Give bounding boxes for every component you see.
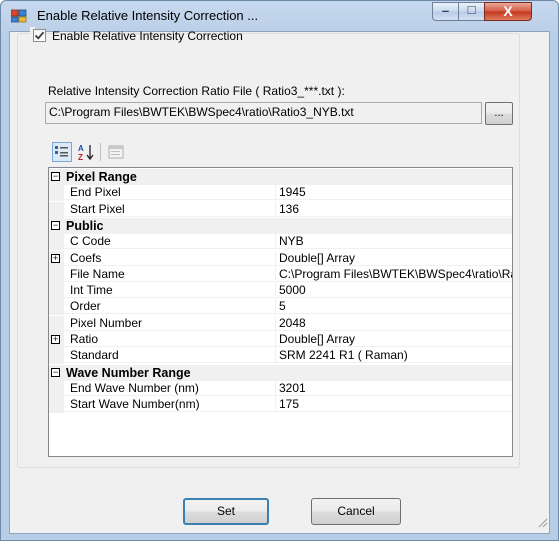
category-label: Public bbox=[66, 218, 104, 233]
property-name[interactable]: End Pixel bbox=[64, 185, 276, 201]
property-name[interactable]: Start Pixel bbox=[64, 201, 276, 217]
property-name[interactable]: Order bbox=[64, 299, 276, 315]
row-gutter bbox=[49, 185, 64, 202]
property-row[interactable]: Standard SRM 2241 R1 ( Raman) bbox=[49, 348, 512, 365]
property-row[interactable]: Order 5 bbox=[49, 299, 512, 316]
svg-text:A: A bbox=[78, 144, 84, 153]
property-value[interactable]: 2048 bbox=[276, 316, 512, 331]
categorized-icon[interactable] bbox=[52, 142, 72, 162]
property-name[interactable]: Standard bbox=[64, 348, 276, 364]
enable-groupbox-header[interactable]: Enable Relative Intensity Correction bbox=[30, 27, 243, 43]
property-value[interactable]: 136 bbox=[276, 202, 512, 217]
title-bar[interactable]: Enable Relative Intensity Correction ...… bbox=[1, 1, 558, 31]
set-button[interactable]: Set bbox=[183, 498, 269, 525]
property-value[interactable]: 3201 bbox=[276, 381, 512, 396]
property-row[interactable]: End Wave Number (nm) 3201 bbox=[49, 380, 512, 397]
property-pages-icon[interactable] bbox=[106, 142, 126, 162]
minimize-icon: – bbox=[441, 3, 450, 18]
collapse-icon[interactable]: − bbox=[51, 172, 60, 181]
property-name[interactable]: Start Wave Number(nm) bbox=[64, 397, 276, 413]
property-row[interactable]: + Ratio Double[] Array bbox=[49, 332, 512, 348]
row-gutter bbox=[49, 380, 64, 397]
close-button[interactable]: X bbox=[484, 2, 532, 21]
browse-button[interactable]: ... bbox=[485, 102, 513, 125]
property-name[interactable]: End Wave Number (nm) bbox=[64, 380, 276, 396]
row-gutter bbox=[49, 348, 64, 365]
close-icon: X bbox=[503, 3, 513, 19]
property-value[interactable]: 1945 bbox=[276, 185, 512, 201]
property-value[interactable]: Double[] Array bbox=[276, 332, 512, 347]
property-row[interactable]: Start Pixel 136 bbox=[49, 201, 512, 218]
collapse-icon[interactable]: − bbox=[51, 367, 60, 377]
category-row[interactable]: − Public bbox=[49, 217, 512, 234]
property-grid-toolbar: A Z bbox=[52, 140, 142, 164]
property-grid[interactable]: − Pixel Range End Pixel 1945 Start Pixel 136−… bbox=[48, 167, 513, 457]
check-icon bbox=[34, 31, 45, 40]
property-row[interactable]: Int Time 5000 bbox=[49, 283, 512, 300]
property-row[interactable]: End Pixel 1945 bbox=[49, 185, 512, 202]
property-name[interactable]: Ratio bbox=[64, 332, 276, 347]
property-value[interactable]: 175 bbox=[276, 397, 512, 413]
window-title: Enable Relative Intensity Correction ... bbox=[37, 8, 259, 23]
maximize-button[interactable]: □ bbox=[458, 2, 485, 21]
category-row[interactable]: − Pixel Range bbox=[49, 169, 512, 185]
property-value[interactable]: 5 bbox=[276, 299, 512, 315]
expand-icon[interactable]: + bbox=[51, 335, 60, 344]
property-value[interactable]: Double[] Array bbox=[276, 251, 512, 266]
property-name[interactable]: Int Time bbox=[64, 283, 276, 299]
enable-checkbox-label: Enable Relative Intensity Correction bbox=[52, 29, 243, 43]
property-row[interactable]: File Name C:\Program Files\BWTEK\BWSpec4\… bbox=[49, 266, 512, 283]
app-icon bbox=[10, 9, 27, 23]
ratio-file-label: Relative Intensity Correction Ratio File… bbox=[48, 84, 345, 98]
property-row[interactable]: C Code NYB bbox=[49, 234, 512, 251]
property-row[interactable]: Pixel Number 2048 bbox=[49, 315, 512, 332]
row-gutter bbox=[49, 234, 64, 251]
ratio-file-path-field[interactable]: C:\Program Files\BWTEK\BWSpec4\ratio\Rat… bbox=[45, 102, 482, 124]
collapse-icon[interactable]: − bbox=[51, 220, 60, 230]
row-gutter bbox=[49, 315, 64, 332]
maximize-icon: □ bbox=[467, 2, 476, 17]
category-label: Pixel Range bbox=[66, 170, 137, 184]
property-row[interactable]: + Coefs Double[] Array bbox=[49, 250, 512, 267]
toolbar-separator bbox=[100, 143, 101, 161]
row-gutter bbox=[49, 266, 64, 283]
category-row[interactable]: − Wave Number Range bbox=[49, 364, 512, 381]
property-name[interactable]: C Code bbox=[64, 234, 276, 250]
row-gutter bbox=[49, 397, 64, 414]
property-value[interactable]: SRM 2241 R1 ( Raman) bbox=[276, 348, 512, 364]
row-gutter bbox=[49, 201, 64, 218]
row-gutter bbox=[49, 283, 64, 300]
resize-grip-icon[interactable] bbox=[536, 516, 548, 528]
expand-icon[interactable]: + bbox=[51, 253, 60, 263]
row-gutter bbox=[49, 299, 64, 316]
alphabetical-sort-icon[interactable]: A Z bbox=[76, 142, 96, 162]
cancel-button[interactable]: Cancel bbox=[311, 498, 401, 525]
property-name[interactable]: Coefs bbox=[64, 250, 276, 266]
property-row[interactable]: Start Wave Number(nm) 175 bbox=[49, 397, 512, 414]
svg-text:Z: Z bbox=[78, 153, 83, 162]
property-value[interactable]: C:\Program Files\BWTEK\BWSpec4\ratio\Rat… bbox=[276, 267, 512, 282]
property-name[interactable]: File Name bbox=[64, 266, 276, 282]
property-name[interactable]: Pixel Number bbox=[64, 315, 276, 331]
property-value[interactable]: 5000 bbox=[276, 283, 512, 299]
enable-checkbox[interactable] bbox=[33, 29, 46, 42]
category-label: Wave Number Range bbox=[66, 365, 191, 380]
property-value[interactable]: NYB bbox=[276, 234, 512, 250]
minimize-button[interactable]: – bbox=[432, 2, 459, 21]
